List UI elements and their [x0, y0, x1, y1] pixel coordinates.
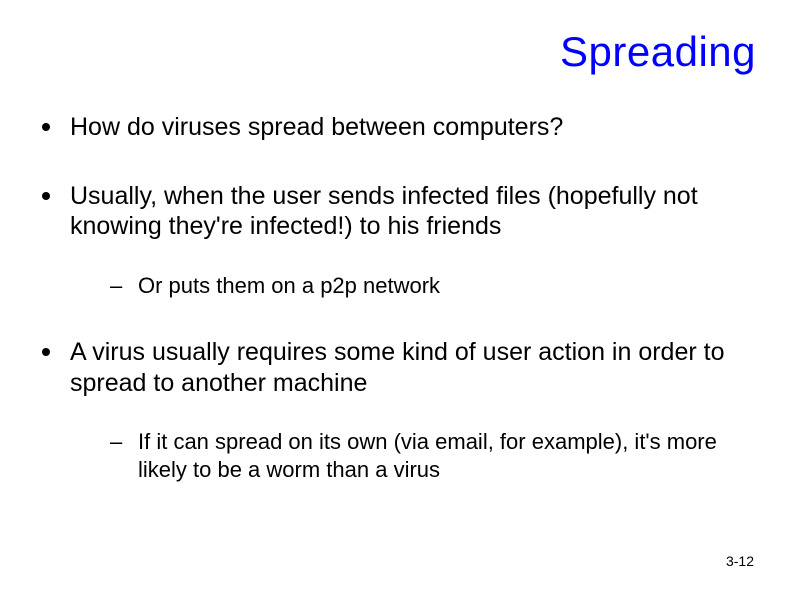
bullet-text: How do viruses spread between computers? [70, 113, 563, 141]
sub-bullet-item: Or puts them on a p2p network [110, 272, 762, 300]
bullet-item: How do viruses spread between computers? [40, 112, 762, 143]
page-number: 3-12 [726, 553, 754, 569]
sub-bullet-item: If it can spread on its own (via email, … [110, 428, 762, 483]
sub-bullet-text: If it can spread on its own (via email, … [138, 429, 717, 482]
bullet-text: Usually, when the user sends infected fi… [70, 182, 698, 241]
slide-title: Spreading [32, 28, 762, 76]
slide: Spreading How do viruses spread between … [0, 0, 794, 595]
bullet-list: How do viruses spread between computers?… [32, 112, 762, 483]
sub-bullet-list: If it can spread on its own (via email, … [70, 428, 762, 483]
bullet-item: Usually, when the user sends infected fi… [40, 181, 762, 300]
bullet-item: A virus usually requires some kind of us… [40, 337, 762, 483]
bullet-text: A virus usually requires some kind of us… [70, 338, 724, 397]
sub-bullet-text: Or puts them on a p2p network [138, 273, 440, 298]
sub-bullet-list: Or puts them on a p2p network [70, 272, 762, 300]
